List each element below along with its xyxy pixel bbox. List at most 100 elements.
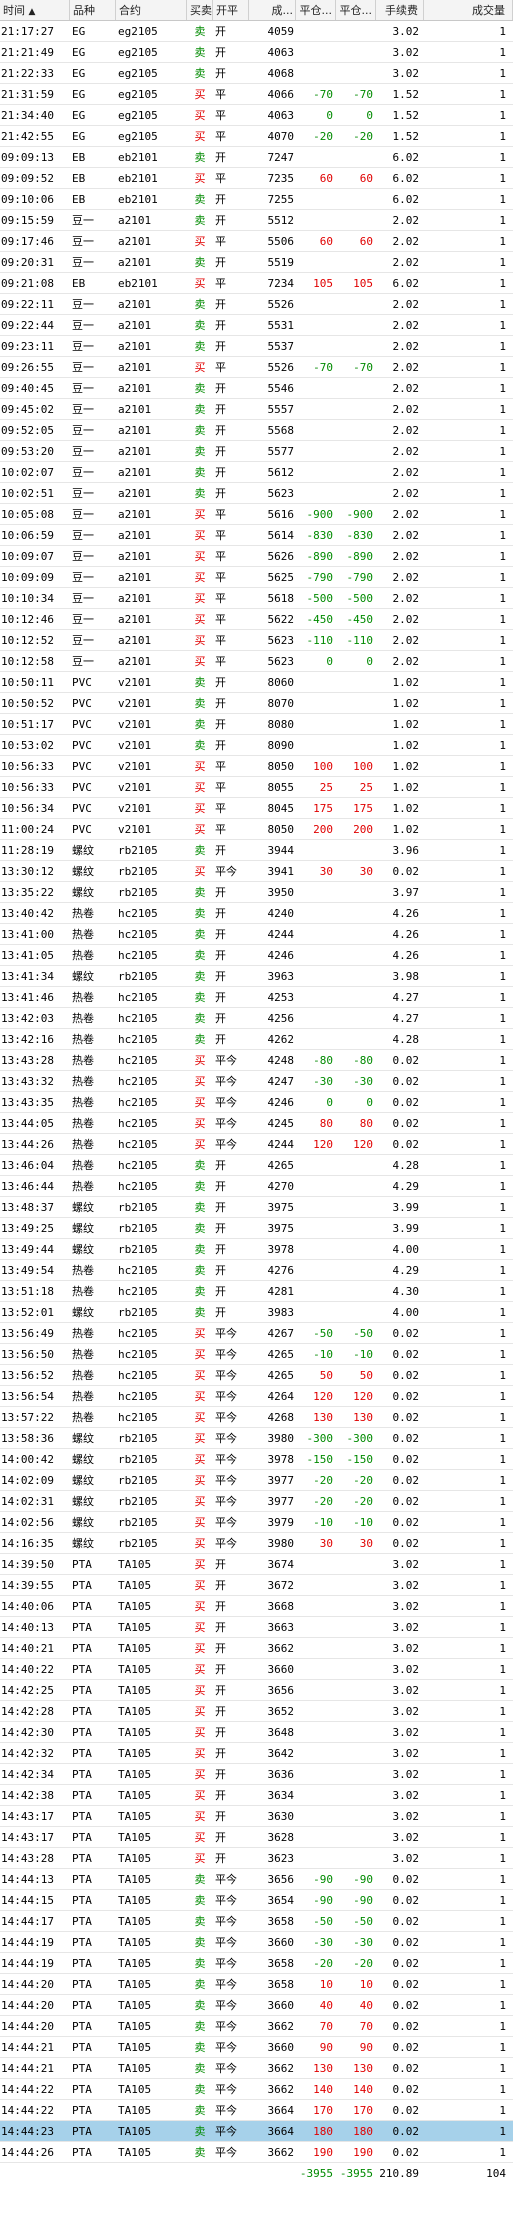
table-row[interactable]: 13:49:44 螺纹 rb2105 卖开 3978 4.00 1 xyxy=(0,1239,513,1260)
table-row[interactable]: 09:23:11 豆一 a2101 卖开 5537 2.02 1 xyxy=(0,336,513,357)
column-header-code[interactable]: 合约 xyxy=(116,0,187,20)
table-row[interactable]: 13:56:50 热卷 hc2105 买平今 4265 -10 -10 0.02 1 xyxy=(0,1344,513,1365)
table-row[interactable]: 09:09:52 EB eb2101 买平 7235 60 60 6.02 1 xyxy=(0,168,513,189)
table-row[interactable]: 14:44:19 PTA TA105 卖平今 3660 -30 -30 0.02 1 xyxy=(0,1932,513,1953)
table-row[interactable]: 13:49:54 热卷 hc2105 卖开 4276 4.29 1 xyxy=(0,1260,513,1281)
table-row[interactable]: 13:41:34 螺纹 rb2105 卖开 3963 3.98 1 xyxy=(0,966,513,987)
table-row[interactable]: 14:43:28 PTA TA105 买开 3623 3.02 1 xyxy=(0,1848,513,1869)
table-row[interactable]: 13:41:00 热卷 hc2105 卖开 4244 4.26 1 xyxy=(0,924,513,945)
table-row[interactable]: 14:39:50 PTA TA105 买开 3674 3.02 1 xyxy=(0,1554,513,1575)
table-row[interactable]: 09:26:55 豆一 a2101 买平 5526 -70 -70 2.02 1 xyxy=(0,357,513,378)
table-row[interactable]: 14:44:19 PTA TA105 卖平今 3658 -20 -20 0.02 1 xyxy=(0,1953,513,1974)
table-row[interactable]: 09:20:31 豆一 a2101 卖开 5519 2.02 1 xyxy=(0,252,513,273)
table-row[interactable]: 13:30:12 螺纹 rb2105 买平今 3941 30 30 0.02 1 xyxy=(0,861,513,882)
table-row[interactable]: 14:40:13 PTA TA105 买开 3663 3.02 1 xyxy=(0,1617,513,1638)
table-row[interactable]: 14:39:55 PTA TA105 买开 3672 3.02 1 xyxy=(0,1575,513,1596)
table-row[interactable]: 09:52:05 豆一 a2101 卖开 5568 2.02 1 xyxy=(0,420,513,441)
table-row[interactable]: 14:43:17 PTA TA105 买开 3628 3.02 1 xyxy=(0,1827,513,1848)
table-row[interactable]: 09:45:02 豆一 a2101 卖开 5557 2.02 1 xyxy=(0,399,513,420)
table-row[interactable]: 09:17:46 豆一 a2101 买平 5506 60 60 2.02 1 xyxy=(0,231,513,252)
table-row[interactable]: 13:44:26 热卷 hc2105 买平今 4244 120 120 0.02 1 xyxy=(0,1134,513,1155)
table-row[interactable]: 14:44:13 PTA TA105 卖平今 3656 -90 -90 0.02 1 xyxy=(0,1869,513,1890)
table-row[interactable]: 10:50:52 PVC v2101 卖开 8070 1.02 1 xyxy=(0,693,513,714)
table-row[interactable]: 14:44:15 PTA TA105 卖平今 3654 -90 -90 0.02 1 xyxy=(0,1890,513,1911)
table-row[interactable]: 11:00:24 PVC v2101 买平 8050 200 200 1.02 1 xyxy=(0,819,513,840)
table-row[interactable]: 21:21:49 EG eg2105 卖开 4063 3.02 1 xyxy=(0,42,513,63)
table-row[interactable]: 10:53:02 PVC v2101 卖开 8090 1.02 1 xyxy=(0,735,513,756)
table-row[interactable]: 14:02:09 螺纹 rb2105 买平今 3977 -20 -20 0.02 1 xyxy=(0,1470,513,1491)
table-row[interactable]: 14:40:06 PTA TA105 买开 3668 3.02 1 xyxy=(0,1596,513,1617)
table-row[interactable]: 09:53:20 豆一 a2101 卖开 5577 2.02 1 xyxy=(0,441,513,462)
table-row[interactable]: 21:17:27 EG eg2105 卖开 4059 3.02 1 xyxy=(0,21,513,42)
table-row[interactable]: 14:02:31 螺纹 rb2105 买平今 3977 -20 -20 0.02 1 xyxy=(0,1491,513,1512)
table-row[interactable]: 14:44:17 PTA TA105 卖平今 3658 -50 -50 0.02 1 xyxy=(0,1911,513,1932)
column-header-close-pnl-2[interactable]: 平仓... xyxy=(336,0,376,20)
table-row[interactable]: 13:41:46 热卷 hc2105 卖开 4253 4.27 1 xyxy=(0,987,513,1008)
table-row[interactable]: 09:10:06 EB eb2101 卖开 7255 6.02 1 xyxy=(0,189,513,210)
table-row[interactable]: 14:16:35 螺纹 rb2105 买平今 3980 30 30 0.02 1 xyxy=(0,1533,513,1554)
table-row[interactable]: 14:42:25 PTA TA105 买开 3656 3.02 1 xyxy=(0,1680,513,1701)
table-row[interactable]: 09:22:44 豆一 a2101 卖开 5531 2.02 1 xyxy=(0,315,513,336)
table-row[interactable]: 13:56:49 热卷 hc2105 买平今 4267 -50 -50 0.02 1 xyxy=(0,1323,513,1344)
table-row[interactable]: 13:49:25 螺纹 rb2105 卖开 3975 3.99 1 xyxy=(0,1218,513,1239)
table-row[interactable]: 14:44:26 PTA TA105 卖平今 3662 190 190 0.02 1 xyxy=(0,2142,513,2163)
table-row[interactable]: 11:28:19 螺纹 rb2105 卖开 3944 3.96 1 xyxy=(0,840,513,861)
column-header-name[interactable]: 品种 xyxy=(70,0,116,20)
table-row[interactable]: 14:44:22 PTA TA105 卖平今 3662 140 140 0.02 1 xyxy=(0,2079,513,2100)
table-row[interactable]: 10:06:59 豆一 a2101 买平 5614 -830 -830 2.02 1 xyxy=(0,525,513,546)
table-row[interactable]: 14:44:20 PTA TA105 卖平今 3660 40 40 0.02 1 xyxy=(0,1995,513,2016)
table-row[interactable]: 10:50:11 PVC v2101 卖开 8060 1.02 1 xyxy=(0,672,513,693)
table-row[interactable]: 14:44:21 PTA TA105 卖平今 3662 130 130 0.02 1 xyxy=(0,2058,513,2079)
table-row[interactable]: 10:09:07 豆一 a2101 买平 5626 -890 -890 2.02 1 xyxy=(0,546,513,567)
table-row[interactable]: 13:43:28 热卷 hc2105 买平今 4248 -80 -80 0.02 1 xyxy=(0,1050,513,1071)
table-row[interactable]: 10:12:46 豆一 a2101 买平 5622 -450 -450 2.02 1 xyxy=(0,609,513,630)
table-row[interactable]: 13:35:22 螺纹 rb2105 卖开 3950 3.97 1 xyxy=(0,882,513,903)
table-row[interactable]: 10:02:07 豆一 a2101 卖开 5612 2.02 1 xyxy=(0,462,513,483)
table-row[interactable]: 10:51:17 PVC v2101 卖开 8080 1.02 1 xyxy=(0,714,513,735)
table-row[interactable]: 13:48:37 螺纹 rb2105 卖开 3975 3.99 1 xyxy=(0,1197,513,1218)
table-row[interactable]: 10:56:33 PVC v2101 买平 8055 25 25 1.02 1 xyxy=(0,777,513,798)
column-header-time[interactable]: 时间 ▲ xyxy=(0,0,70,20)
table-row[interactable]: 09:21:08 EB eb2101 买平 7234 105 105 6.02 1 xyxy=(0,273,513,294)
table-row[interactable]: 21:31:59 EG eg2105 买平 4066 -70 -70 1.52 1 xyxy=(0,84,513,105)
table-row[interactable]: 14:42:38 PTA TA105 买开 3634 3.02 1 xyxy=(0,1785,513,1806)
table-row[interactable]: 13:58:36 螺纹 rb2105 买平今 3980 -300 -300 0.02 1 xyxy=(0,1428,513,1449)
table-row[interactable]: 09:15:59 豆一 a2101 卖开 5512 2.02 1 xyxy=(0,210,513,231)
column-header-buy-sell[interactable]: 买卖 xyxy=(187,0,213,20)
table-row[interactable]: 14:40:21 PTA TA105 买开 3662 3.02 1 xyxy=(0,1638,513,1659)
table-row[interactable]: 14:44:20 PTA TA105 卖平今 3658 10 10 0.02 1 xyxy=(0,1974,513,1995)
table-row[interactable]: 13:57:22 热卷 hc2105 买平今 4268 130 130 0.02 1 xyxy=(0,1407,513,1428)
table-row[interactable]: 13:40:42 热卷 hc2105 卖开 4240 4.26 1 xyxy=(0,903,513,924)
table-row[interactable]: 10:12:58 豆一 a2101 买平 5623 0 0 2.02 1 xyxy=(0,651,513,672)
column-header-fee[interactable]: 手续费 xyxy=(376,0,424,20)
table-row[interactable]: 21:22:33 EG eg2105 卖开 4068 3.02 1 xyxy=(0,63,513,84)
column-header-volume[interactable]: 成交量 xyxy=(424,0,513,20)
table-row[interactable]: 13:42:16 热卷 hc2105 卖开 4262 4.28 1 xyxy=(0,1029,513,1050)
table-row[interactable]: 13:44:05 热卷 hc2105 买平今 4245 80 80 0.02 1 xyxy=(0,1113,513,1134)
table-row[interactable]: 13:51:18 热卷 hc2105 卖开 4281 4.30 1 xyxy=(0,1281,513,1302)
table-row[interactable]: 14:44:21 PTA TA105 卖平今 3660 90 90 0.02 1 xyxy=(0,2037,513,2058)
table-row[interactable]: 14:42:32 PTA TA105 买开 3642 3.02 1 xyxy=(0,1743,513,1764)
table-row[interactable]: 10:02:51 豆一 a2101 卖开 5623 2.02 1 xyxy=(0,483,513,504)
table-row[interactable]: 13:43:35 热卷 hc2105 买平今 4246 0 0 0.02 1 xyxy=(0,1092,513,1113)
table-row[interactable]: 09:40:45 豆一 a2101 卖开 5546 2.02 1 xyxy=(0,378,513,399)
table-row[interactable]: 13:41:05 热卷 hc2105 卖开 4246 4.26 1 xyxy=(0,945,513,966)
table-row[interactable]: 10:10:34 豆一 a2101 买平 5618 -500 -500 2.02 1 xyxy=(0,588,513,609)
table-row[interactable]: 14:44:22 PTA TA105 卖平今 3664 170 170 0.02 1 xyxy=(0,2100,513,2121)
table-row[interactable]: 10:09:09 豆一 a2101 买平 5625 -790 -790 2.02 1 xyxy=(0,567,513,588)
column-header-open-close[interactable]: 开平 xyxy=(213,0,249,20)
table-row[interactable]: 13:46:44 热卷 hc2105 卖开 4270 4.29 1 xyxy=(0,1176,513,1197)
table-row[interactable]: 10:56:34 PVC v2101 买平 8045 175 175 1.02 1 xyxy=(0,798,513,819)
table-row[interactable]: 10:05:08 豆一 a2101 买平 5616 -900 -900 2.02 1 xyxy=(0,504,513,525)
table-row[interactable]: 10:12:52 豆一 a2101 买平 5623 -110 -110 2.02 1 xyxy=(0,630,513,651)
column-header-price[interactable]: 成... xyxy=(249,0,296,20)
table-row[interactable]: 13:52:01 螺纹 rb2105 卖开 3983 4.00 1 xyxy=(0,1302,513,1323)
table-row[interactable]: 21:34:40 EG eg2105 买平 4063 0 0 1.52 1 xyxy=(0,105,513,126)
table-row[interactable]: 14:00:42 螺纹 rb2105 买平今 3978 -150 -150 0.02 1 xyxy=(0,1449,513,1470)
table-row[interactable]: 09:22:11 豆一 a2101 卖开 5526 2.02 1 xyxy=(0,294,513,315)
table-row[interactable]: 09:09:13 EB eb2101 卖开 7247 6.02 1 xyxy=(0,147,513,168)
table-row[interactable]: 13:56:52 热卷 hc2105 买平今 4265 50 50 0.02 1 xyxy=(0,1365,513,1386)
table-row[interactable]: 13:42:03 热卷 hc2105 卖开 4256 4.27 1 xyxy=(0,1008,513,1029)
table-row[interactable]: 14:02:56 螺纹 rb2105 买平今 3979 -10 -10 0.02 1 xyxy=(0,1512,513,1533)
table-row[interactable]: 14:42:34 PTA TA105 买开 3636 3.02 1 xyxy=(0,1764,513,1785)
